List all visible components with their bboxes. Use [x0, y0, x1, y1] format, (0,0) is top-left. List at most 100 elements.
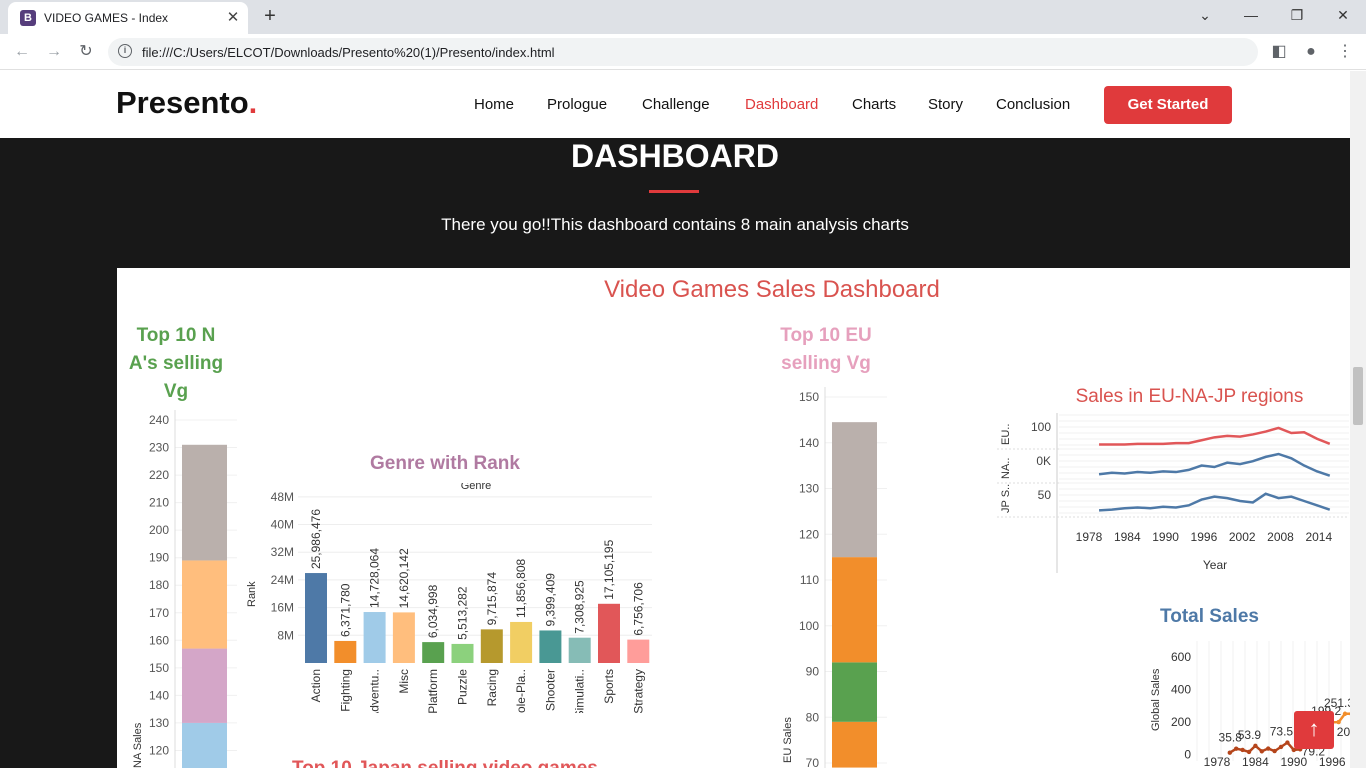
nav-home[interactable]: Home	[474, 96, 514, 113]
regions-xtick-label: 2014	[1305, 530, 1332, 544]
scroll-to-top-button[interactable]: ↑	[1294, 711, 1334, 749]
total-xtick-label: 1990	[1280, 755, 1307, 768]
tableau-dashboard[interactable]: Video Games Sales Dashboard Top 10 N A's…	[117, 268, 1350, 768]
nav-dashboard[interactable]: Dashboard	[745, 96, 818, 113]
tab-title: VIDEO GAMES - Index	[44, 11, 169, 25]
logo-text: Presento	[116, 85, 249, 120]
total-sales-point	[1266, 746, 1271, 751]
side-panel-icon[interactable]: ◧	[1268, 42, 1290, 62]
genre-bar-value-label: 11,856,808	[514, 558, 528, 617]
window-close-icon[interactable]: ✕	[1320, 0, 1366, 32]
nav-challenge[interactable]: Challenge	[642, 96, 710, 113]
genre-bar-value-label: 6,371,780	[338, 583, 352, 637]
address-bar[interactable]: i file:///C:/Users/ELCOT/Downloads/Prese…	[108, 38, 1258, 66]
eu-bar-segment	[832, 422, 877, 558]
eu-ytick-label: 80	[806, 710, 820, 724]
genre-bar-value-label: 7,308,925	[573, 580, 587, 634]
genre-bar	[334, 640, 357, 663]
eu-y-axis-label: EU Sales	[782, 717, 794, 763]
total-sales-point	[1246, 749, 1252, 755]
genre-ytick-label: 8M	[277, 628, 294, 642]
back-arrow-icon[interactable]: ←	[11, 42, 33, 62]
genre-bar-value-label: 25,986,476	[309, 509, 323, 569]
minimize-icon[interactable]: —	[1228, 0, 1274, 32]
na-ytick-label: 210	[149, 496, 169, 510]
na-title-line-2: A's selling	[128, 353, 224, 374]
nav-prologue[interactable]: Prologue	[547, 96, 607, 113]
eu-chart-title: Top 10 EU selling Vg	[767, 322, 885, 378]
total-xtick-label: 1984	[1242, 755, 1269, 768]
total-sales-point	[1272, 748, 1277, 754]
total-data-label: 251.3	[1324, 696, 1350, 710]
genre-bar-value-label: 9,399,409	[543, 573, 557, 627]
genre-bar-value-label: 14,728,064	[368, 548, 382, 608]
page-scrollbar[interactable]	[1350, 71, 1366, 768]
genre-category-label: Simulati..	[573, 669, 587, 713]
nav-charts[interactable]: Charts	[852, 96, 896, 113]
eu-title-line-1: Top 10 EU	[780, 325, 872, 346]
total-ytick-label: 0	[1184, 748, 1191, 762]
genre-bar-value-label: 5,513,282	[456, 586, 470, 640]
genre-category-label: Platform	[426, 669, 440, 713]
regions-xtick-label: 1978	[1076, 530, 1103, 544]
menu-kebab-icon[interactable]: ⋮	[1334, 42, 1356, 62]
genre-bar	[363, 612, 386, 663]
restore-icon[interactable]: ❐	[1274, 0, 1320, 32]
nav-conclusion[interactable]: Conclusion	[996, 96, 1070, 113]
regions-sales-chart[interactable]: EU.. 100 NA.. 0K JP S.. 50 1978 1984 1990 1996 200…	[997, 413, 1350, 583]
total-sales-point	[1253, 743, 1258, 748]
na-bar-segment	[182, 648, 227, 723]
eu-ytick-label: 90	[806, 665, 820, 679]
profile-avatar-icon[interactable]: ●	[1300, 42, 1322, 62]
regions-xtick-label: 1984	[1114, 530, 1141, 544]
total-sales-point	[1336, 719, 1341, 725]
regions-xtick-label: 1990	[1152, 530, 1179, 544]
browser-tab[interactable]: B VIDEO GAMES - Index ✕	[8, 2, 248, 34]
na-ytick-label: 220	[149, 468, 169, 482]
info-icon[interactable]: i	[118, 44, 132, 58]
genre-bar-value-label: 9,715,874	[485, 572, 499, 626]
section-subtitle: There you go!!This dashboard contains 8 …	[441, 215, 909, 234]
genre-ytick-label: 40M	[271, 518, 294, 532]
new-tab-icon[interactable]: +	[258, 4, 282, 28]
genre-bar	[451, 643, 474, 663]
forward-arrow-icon[interactable]: →	[43, 42, 65, 62]
scrollbar-thumb[interactable]	[1353, 367, 1363, 425]
regions-panel-label: EU..	[1000, 424, 1012, 445]
regions-panel-label: JP S..	[1000, 484, 1012, 513]
genre-rank-chart[interactable]: Genre 8M 16M 24M 32M 40M 48M Rank 25,986,476 Acti…	[240, 483, 660, 713]
na-ytick-label: 150	[149, 661, 169, 675]
genre-bar-value-label: 6,034,998	[426, 584, 440, 638]
total-y-axis-label: Global Sales	[1150, 668, 1162, 731]
eu-sales-chart[interactable]: 70 80 90 100 110 120 130 140 150 EU Sales	[767, 378, 897, 768]
site-logo[interactable]: Presento.	[116, 85, 257, 121]
total-xtick-label: 1996	[1319, 755, 1346, 768]
genre-bar	[539, 630, 562, 663]
eu-ytick-label: 150	[799, 390, 819, 404]
na-bar-segment	[182, 722, 227, 768]
genre-ytick-label: 32M	[271, 545, 294, 559]
total-data-label: 201.6	[1337, 725, 1350, 739]
na-title-line-1: Top 10 N	[136, 325, 216, 346]
nav-story[interactable]: Story	[928, 96, 963, 113]
bootstrap-favicon-icon: B	[20, 10, 36, 26]
tab-search-icon[interactable]: ⌄	[1182, 0, 1228, 32]
genre-ytick-label: 24M	[271, 573, 294, 587]
genre-bar-value-label: 14,620,142	[397, 548, 411, 608]
genre-category-label: Puzzle	[456, 669, 470, 705]
total-xtick-label: 1978	[1204, 755, 1231, 768]
total-sales-point	[1342, 711, 1348, 716]
na-sales-chart[interactable]: 1101201301401501601701801902002102202302…	[117, 403, 247, 768]
regions-xtick-label: 2008	[1267, 530, 1294, 544]
total-sales-point	[1234, 746, 1239, 751]
total-ytick-label: 200	[1171, 715, 1191, 729]
na-ytick-label: 140	[149, 688, 169, 702]
na-bar-segment	[182, 560, 227, 649]
na-ytick-label: 230	[149, 441, 169, 455]
reload-icon[interactable]: ↻	[75, 42, 97, 62]
genre-category-label: Sports	[602, 669, 616, 704]
tab-close-icon[interactable]: ✕	[224, 9, 242, 27]
eu-ytick-label: 120	[799, 527, 819, 541]
get-started-button[interactable]: Get Started	[1104, 86, 1232, 124]
na-y-axis-label: NA Sales	[132, 722, 144, 768]
